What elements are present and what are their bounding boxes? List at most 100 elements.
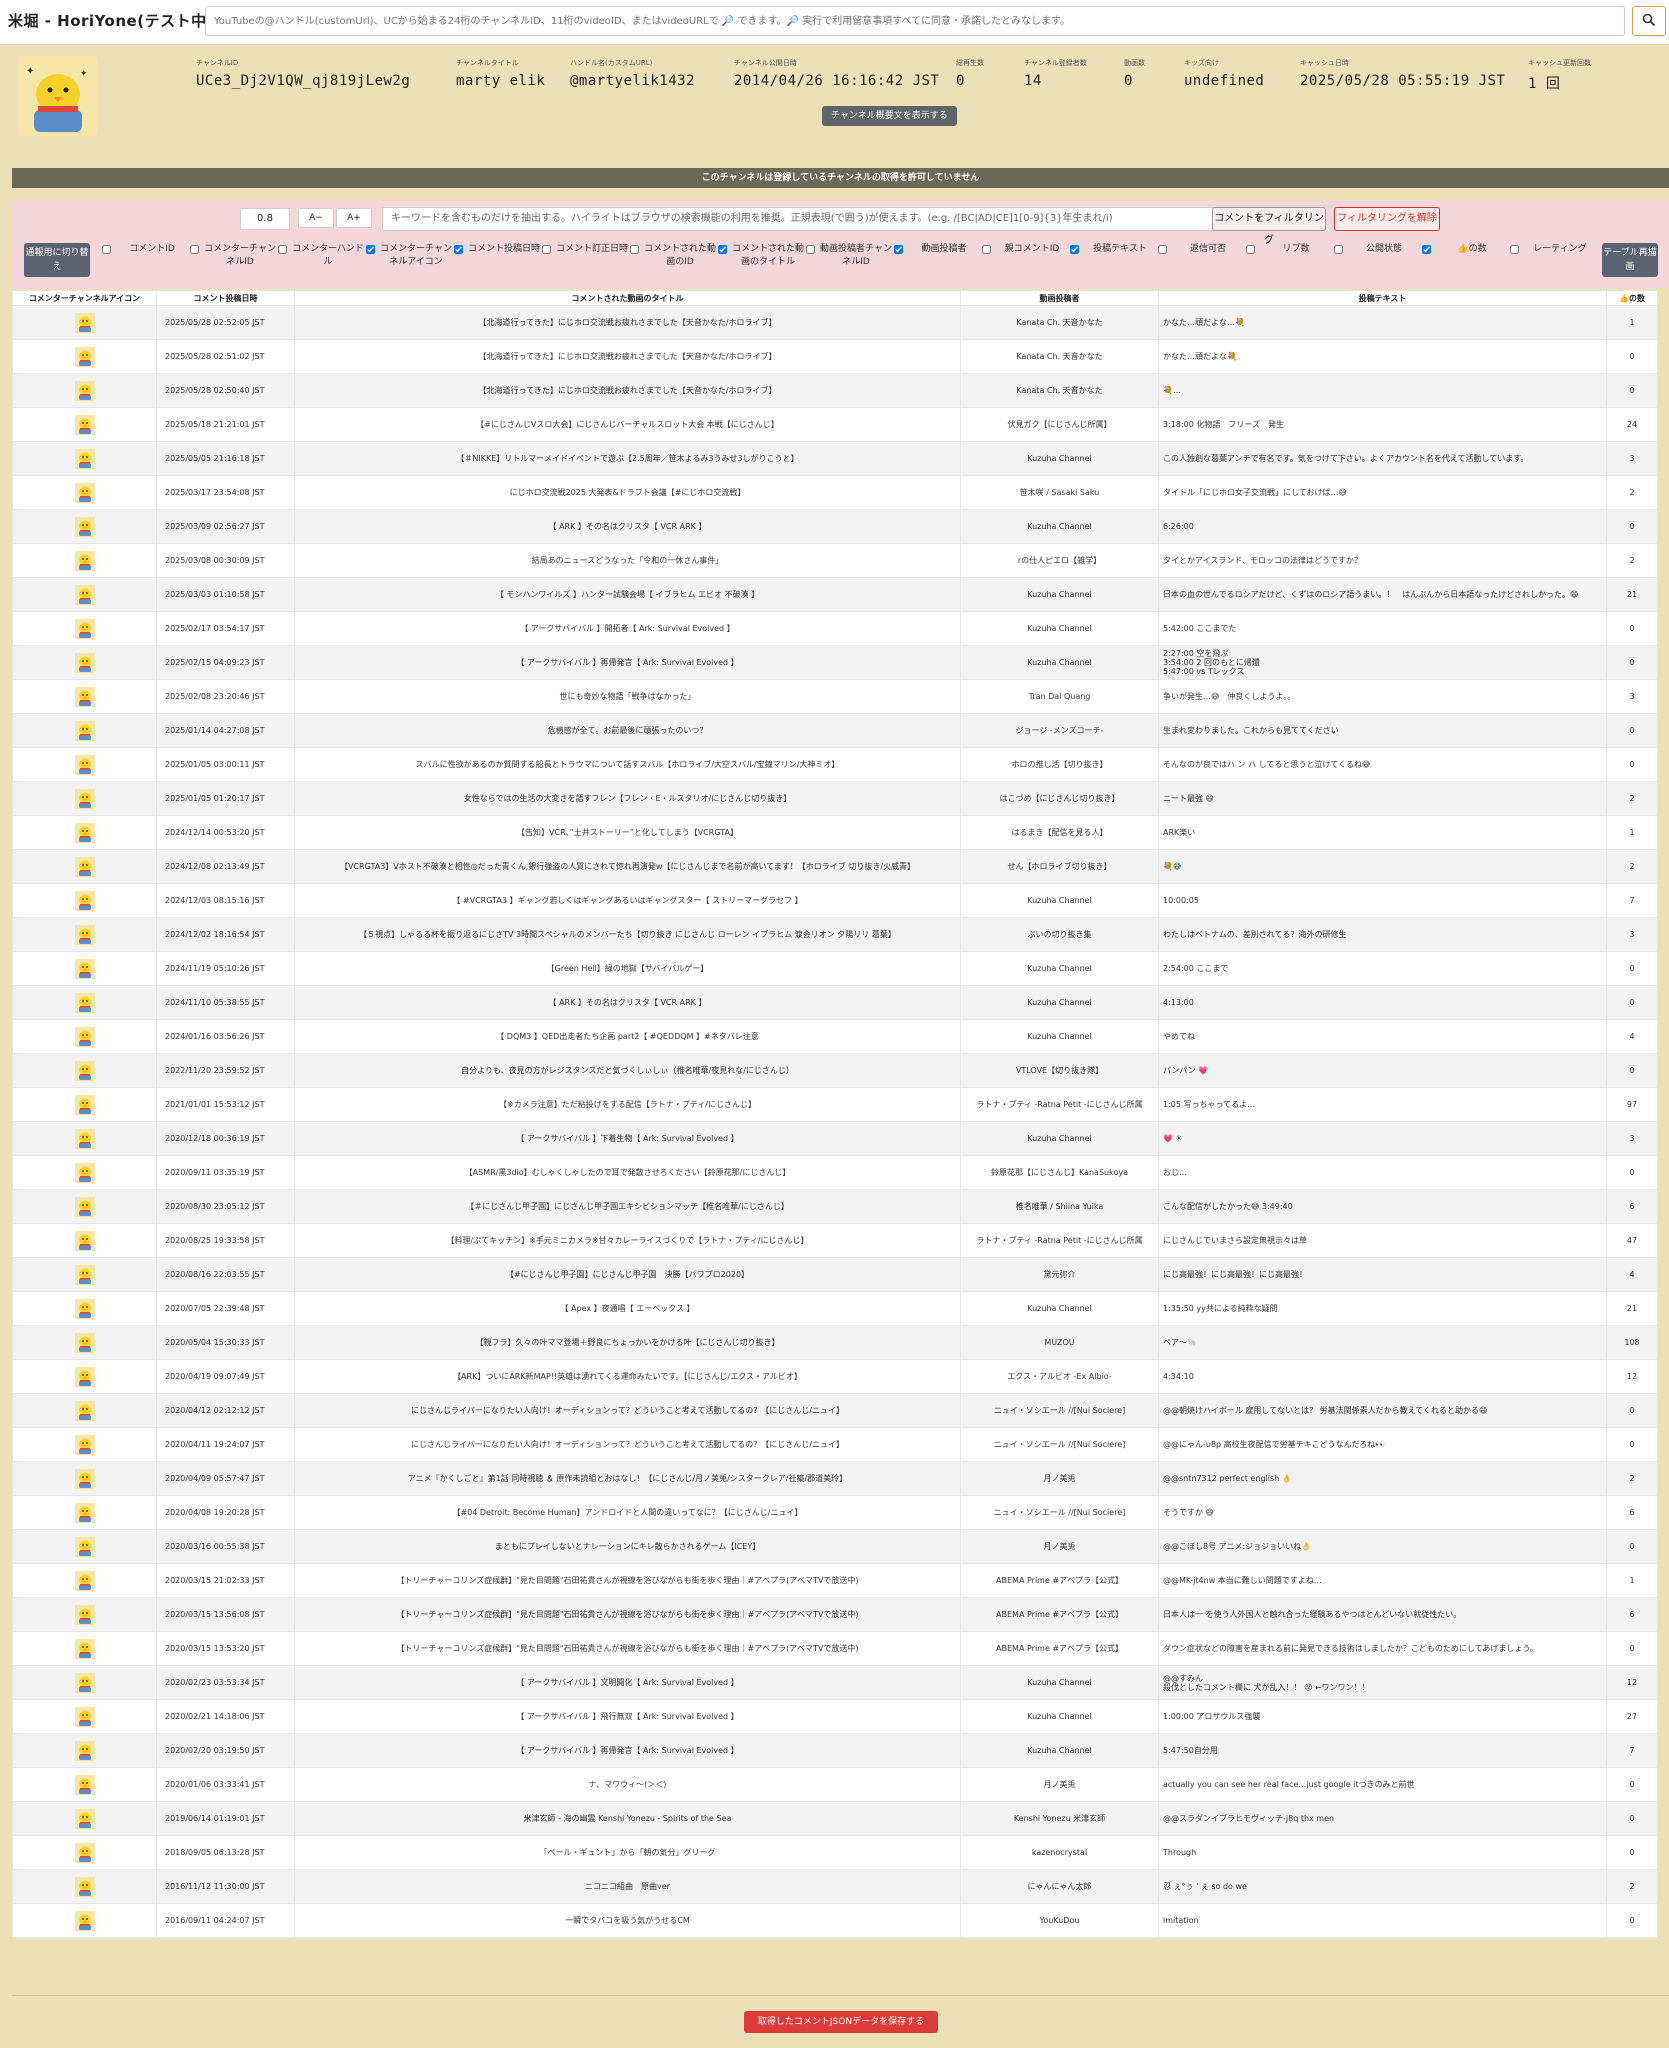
search-button[interactable]	[1632, 6, 1666, 36]
commenter-avatar-icon[interactable]	[74, 516, 95, 537]
commenter-avatar-icon[interactable]	[74, 1298, 95, 1319]
commenter-avatar-icon[interactable]	[74, 1536, 95, 1557]
column-checkbox[interactable]	[1422, 245, 1431, 254]
commenter-avatar-icon[interactable]	[74, 414, 95, 435]
column-checkbox[interactable]	[982, 245, 991, 254]
keyword-filter-input[interactable]: キーワードを含むものだけを抽出する。ハイライトはブラウザの検索機能の利用を推奨。…	[382, 207, 1214, 231]
commenter-avatar-icon[interactable]	[74, 584, 95, 605]
column-checkbox[interactable]	[1246, 245, 1255, 254]
column-toggle[interactable]: リプ数	[1246, 243, 1334, 277]
commenter-avatar-icon[interactable]	[74, 1910, 95, 1931]
header-icon[interactable]: コメンターチャンネルアイコン	[12, 290, 157, 306]
commenter-avatar-icon[interactable]	[74, 1468, 95, 1489]
save-json-button[interactable]: 取得したコメントJSONデータを保存する	[744, 2011, 938, 2033]
commenter-avatar-icon[interactable]	[74, 958, 95, 979]
commenter-avatar-icon[interactable]	[74, 686, 95, 707]
commenter-avatar-icon[interactable]	[74, 924, 95, 945]
commenter-avatar-icon[interactable]	[74, 346, 95, 367]
commenter-avatar-icon[interactable]	[74, 1366, 95, 1387]
column-checkbox[interactable]	[806, 245, 815, 254]
column-toggle[interactable]: 返信可否	[1158, 243, 1246, 277]
column-toggle[interactable]: コメントされた動画のタイトル	[718, 243, 806, 277]
column-toggle[interactable]: 動画投稿者	[894, 243, 982, 277]
commenter-avatar-icon[interactable]	[74, 1502, 95, 1523]
commenter-avatar-icon[interactable]	[74, 1570, 95, 1591]
font-scale-input[interactable]: 0.8	[240, 208, 290, 230]
commenter-avatar-icon[interactable]	[74, 822, 95, 843]
column-toggle[interactable]: コメンターハンドル	[278, 243, 366, 277]
column-checkbox[interactable]	[718, 245, 727, 254]
column-toggle[interactable]: コメント訂正日時	[542, 243, 630, 277]
commenter-avatar-icon[interactable]	[74, 720, 95, 741]
column-checkbox[interactable]	[1510, 245, 1519, 254]
commenter-avatar-icon[interactable]	[74, 856, 95, 877]
column-toggle[interactable]: レーティング	[1510, 243, 1598, 277]
column-toggle[interactable]: コメントID	[102, 243, 190, 277]
commenter-avatar-icon[interactable]	[74, 380, 95, 401]
commenter-avatar-icon[interactable]	[74, 890, 95, 911]
commenter-avatar-icon[interactable]	[74, 1706, 95, 1727]
header-author[interactable]: 動画投稿者	[960, 290, 1159, 306]
commenter-avatar-icon[interactable]	[74, 652, 95, 673]
font-increase-button[interactable]: A+	[336, 208, 372, 228]
show-description-button[interactable]: チャンネル概要文を表示する	[822, 106, 957, 126]
commenter-avatar-icon[interactable]	[74, 312, 95, 333]
commenter-avatar-icon[interactable]	[74, 1638, 95, 1659]
header-likes[interactable]: 👍の数	[1606, 290, 1658, 306]
header-text[interactable]: 投稿テキスト	[1158, 290, 1607, 306]
commenter-avatar-icon[interactable]	[74, 1230, 95, 1251]
commenter-avatar-icon[interactable]	[74, 1400, 95, 1421]
filter-comments-button[interactable]: コメントをフィルタリング	[1212, 207, 1326, 246]
column-checkbox[interactable]	[278, 245, 287, 254]
commenter-avatar-icon[interactable]	[74, 788, 95, 809]
column-toggle[interactable]: コメントされた動画のID	[630, 243, 718, 277]
commenter-avatar-icon[interactable]	[74, 1876, 95, 1897]
commenter-avatar-icon[interactable]	[74, 1162, 95, 1183]
commenter-avatar-icon[interactable]	[74, 482, 95, 503]
commenter-avatar-icon[interactable]	[74, 1264, 95, 1285]
column-checkbox[interactable]	[1334, 245, 1343, 254]
column-checkbox[interactable]	[190, 245, 199, 254]
column-toggle[interactable]: 投稿テキスト	[1070, 243, 1158, 277]
column-checkbox[interactable]	[894, 245, 903, 254]
column-toggle[interactable]: コメンターチャンネルID	[190, 243, 278, 277]
column-checkbox[interactable]	[366, 245, 375, 254]
commenter-avatar-icon[interactable]	[74, 1808, 95, 1829]
commenter-avatar-icon[interactable]	[74, 1196, 95, 1217]
column-toggle[interactable]: コメント投稿日時	[454, 243, 542, 277]
report-mode-toggle-button[interactable]: 通報用に切り替え	[24, 243, 90, 277]
column-toggle[interactable]: 親コメントID	[982, 243, 1070, 277]
column-toggle[interactable]: 👍の数	[1422, 243, 1510, 277]
commenter-avatar-icon[interactable]	[74, 448, 95, 469]
commenter-avatar-icon[interactable]	[74, 550, 95, 571]
commenter-avatar-icon[interactable]	[74, 1842, 95, 1863]
header-title[interactable]: コメントされた動画のタイトル	[294, 290, 961, 306]
commenter-avatar-icon[interactable]	[74, 1026, 95, 1047]
commenter-avatar-icon[interactable]	[74, 1672, 95, 1693]
commenter-avatar-icon[interactable]	[74, 1740, 95, 1761]
column-checkbox[interactable]	[542, 245, 551, 254]
column-toggle[interactable]: 動画投稿者チャンネルID	[806, 243, 894, 277]
commenter-avatar-icon[interactable]	[74, 1434, 95, 1455]
table-redraw-button[interactable]: テーブル再描画	[1602, 243, 1658, 277]
commenter-avatar-icon[interactable]	[74, 1774, 95, 1795]
commenter-avatar-icon[interactable]	[74, 1128, 95, 1149]
commenter-avatar-icon[interactable]	[74, 754, 95, 775]
column-checkbox[interactable]	[1158, 245, 1167, 254]
column-checkbox[interactable]	[630, 245, 639, 254]
clear-filter-button[interactable]: フィルタリングを解除	[1334, 207, 1440, 231]
commenter-avatar-icon[interactable]	[74, 1332, 95, 1353]
commenter-avatar-icon[interactable]	[74, 1060, 95, 1081]
column-checkbox[interactable]	[102, 245, 111, 254]
commenter-avatar-icon[interactable]	[74, 1094, 95, 1115]
search-input[interactable]	[205, 6, 1625, 36]
column-toggle[interactable]: 公開状態	[1334, 243, 1422, 277]
commenter-avatar-icon[interactable]	[74, 992, 95, 1013]
column-checkbox[interactable]	[1070, 245, 1079, 254]
commenter-avatar-icon[interactable]	[74, 1604, 95, 1625]
column-checkbox[interactable]	[454, 245, 463, 254]
header-date[interactable]: コメント投稿日時	[156, 290, 295, 306]
column-toggle[interactable]: コメンターチャンネルアイコン	[366, 243, 454, 277]
font-decrease-button[interactable]: A−	[298, 208, 334, 228]
commenter-avatar-icon[interactable]	[74, 618, 95, 639]
